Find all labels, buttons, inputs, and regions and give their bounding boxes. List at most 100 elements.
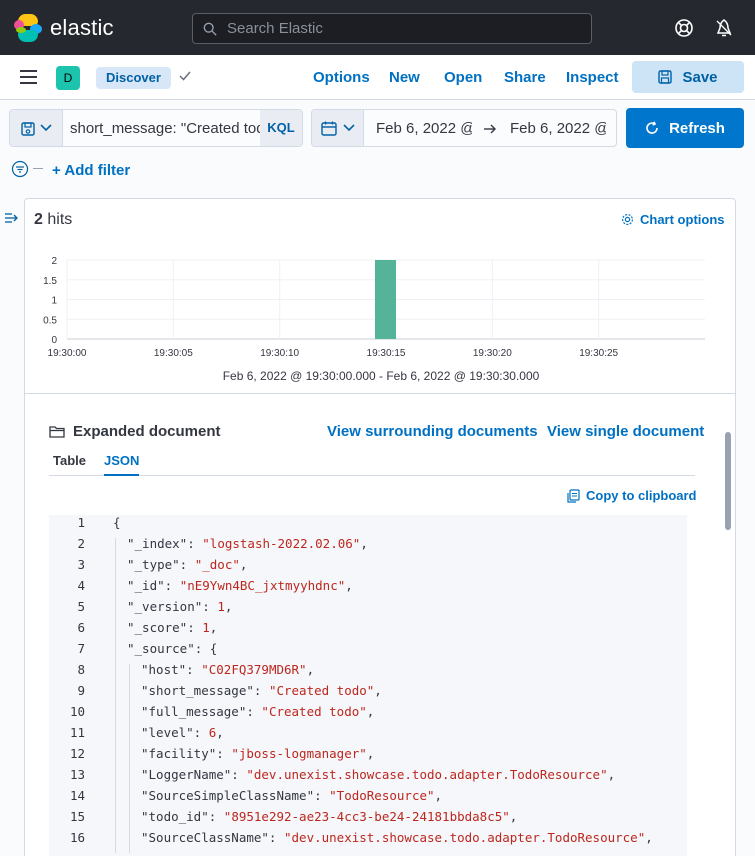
indent-guide: [129, 664, 130, 853]
inspect-link[interactable]: Inspect: [566, 69, 619, 86]
global-header: elastic: [0, 0, 755, 55]
hits-number: 2: [34, 211, 43, 228]
copy-to-clipboard-button[interactable]: Copy to clipboard: [567, 488, 697, 503]
help-icon[interactable]: [674, 18, 694, 38]
breadcrumb-discover[interactable]: Discover: [96, 67, 171, 89]
line-number: 2: [77, 536, 85, 551]
elastic-logo-icon: [14, 14, 42, 42]
json-line: 10 "full_message": "Created todo",: [49, 704, 687, 725]
json-text: {: [113, 515, 121, 530]
json-text: "SourceSimpleClassName": "TodoResource",: [141, 788, 443, 803]
query-language-toggle[interactable]: KQL: [260, 110, 302, 146]
tab-json[interactable]: JSON: [104, 453, 140, 476]
save-label: Save: [682, 68, 718, 86]
json-line: 3 "_type": "_doc",: [49, 557, 687, 578]
arrow-right-icon: [484, 124, 496, 134]
line-number: 10: [69, 704, 85, 719]
filter-menu-icon[interactable]: [11, 160, 29, 178]
save-button[interactable]: Save: [632, 61, 744, 93]
json-text: "_id": "nE9Ywn4BC_jxtmyyhdnc",: [127, 578, 353, 593]
gear-icon: [621, 213, 634, 226]
json-line: 13 "LoggerName": "dev.unexist.showcase.to…: [49, 767, 687, 788]
elastic-logo[interactable]: elastic: [14, 14, 114, 42]
x-tick-label: 19:30:05: [154, 348, 193, 359]
tab-table[interactable]: Table: [53, 453, 86, 468]
share-link[interactable]: Share: [504, 69, 546, 86]
new-link[interactable]: New: [389, 69, 420, 86]
json-line: 1{: [49, 515, 687, 536]
y-tick-label: 2: [51, 256, 57, 267]
y-tick-label: 0.5: [43, 315, 57, 326]
end-date[interactable]: Feb 6, 2022 @ 19:30:30.000: [510, 120, 606, 137]
save-query-icon: [21, 122, 35, 136]
line-number: 15: [69, 809, 85, 824]
line-number: 5: [77, 599, 85, 614]
line-number: 13: [69, 767, 85, 782]
json-code-block[interactable]: 1{2 "_index": "logstash-2022.02.06", 3 "_ty…: [49, 515, 687, 856]
json-line: 8 "host": "C02FQ379MD6R",: [49, 662, 687, 683]
line-number: 11: [69, 725, 85, 740]
line-number: 9: [77, 683, 85, 698]
json-text: "_score": 1,: [127, 620, 218, 635]
results-panel: 2 hits Chart options 2 1.5 1 0.5 0 19:30:00 19…: [24, 198, 736, 856]
x-tick-label: 19:30:20: [473, 348, 512, 359]
scrollbar[interactable]: [725, 432, 731, 530]
space-avatar[interactable]: D: [56, 66, 80, 90]
line-number: 8: [77, 662, 85, 677]
line-number: 1: [77, 515, 85, 530]
open-link[interactable]: Open: [444, 69, 482, 86]
brand-name: elastic: [50, 15, 114, 40]
search-input[interactable]: [227, 20, 567, 37]
json-text: "full_message": "Created todo",: [141, 704, 375, 719]
json-text: "SourceClassName": "dev.unexist.showcase…: [141, 830, 653, 845]
chart-options-button[interactable]: Chart options: [621, 212, 725, 227]
x-tick-label: 19:30:15: [367, 348, 406, 359]
menu-toggle-icon[interactable]: [20, 70, 37, 84]
json-line: 15 "todo_id": "8951e292-ae23-4cc3-be24-24…: [49, 809, 687, 830]
chart-time-range: Feb 6, 2022 @ 19:30:00.000 - Feb 6, 2022…: [222, 369, 540, 383]
y-tick-label: 1: [51, 296, 57, 307]
check-icon: [179, 71, 191, 81]
app-header: D Discover Options New Open Share Inspec…: [0, 55, 755, 100]
x-tick-label: 19:30:25: [579, 348, 618, 359]
histogram-bar[interactable]: [375, 260, 396, 339]
newsfeed-icon[interactable]: [714, 18, 734, 38]
hits-label: hits: [47, 211, 73, 228]
query-input[interactable]: short_message: "Created todo": [70, 120, 264, 137]
y-tick-label: 1.5: [43, 276, 57, 287]
calendar-icon: [321, 121, 337, 136]
json-text: "_version": 1,: [127, 599, 233, 614]
global-search[interactable]: [192, 13, 592, 44]
y-tick-label: 0: [51, 335, 57, 346]
copy-icon: [567, 488, 580, 503]
json-line: 9 "short_message": "Created todo",: [49, 683, 687, 704]
quick-menu-button[interactable]: [312, 110, 364, 146]
line-number: 6: [77, 620, 85, 635]
x-tick-label: 19:30:00: [48, 348, 87, 359]
options-link[interactable]: Options: [313, 69, 370, 86]
json-line: 11 "level": 6,: [49, 725, 687, 746]
view-single-link[interactable]: View single document: [547, 423, 704, 440]
refresh-button[interactable]: Refresh: [626, 108, 744, 148]
hits-count: 2 hits: [34, 211, 72, 229]
saved-query-button[interactable]: [10, 110, 63, 146]
document-tabs: Table JSON: [49, 448, 695, 476]
refresh-icon: [646, 121, 658, 134]
histogram-chart[interactable]: 2 1.5 1 0.5 0 19:30:00 19:30:05 19:30:10 19:30:1…: [25, 251, 737, 367]
line-number: 7: [77, 641, 85, 656]
sidebar-toggle-icon[interactable]: [4, 211, 20, 225]
line-number: 16: [69, 830, 85, 845]
refresh-label: Refresh: [669, 119, 725, 137]
view-surrounding-link[interactable]: View surrounding documents: [327, 423, 538, 440]
query-bar: short_message: "Created todo" KQL: [9, 109, 303, 147]
expanded-document-label: Expanded document: [73, 423, 221, 440]
save-icon: [658, 70, 673, 84]
json-text: "facility": "jboss-logmanager",: [141, 746, 375, 761]
json-text: "_source": {: [127, 641, 218, 656]
search-icon: [203, 22, 217, 36]
json-line: 12 "facility": "jboss-logmanager",: [49, 746, 687, 767]
add-filter-link[interactable]: + Add filter: [52, 162, 130, 179]
start-date[interactable]: Feb 6, 2022 @ 19:30:00.000: [376, 120, 472, 137]
line-number: 14: [69, 788, 85, 803]
filter-divider: [33, 168, 43, 169]
